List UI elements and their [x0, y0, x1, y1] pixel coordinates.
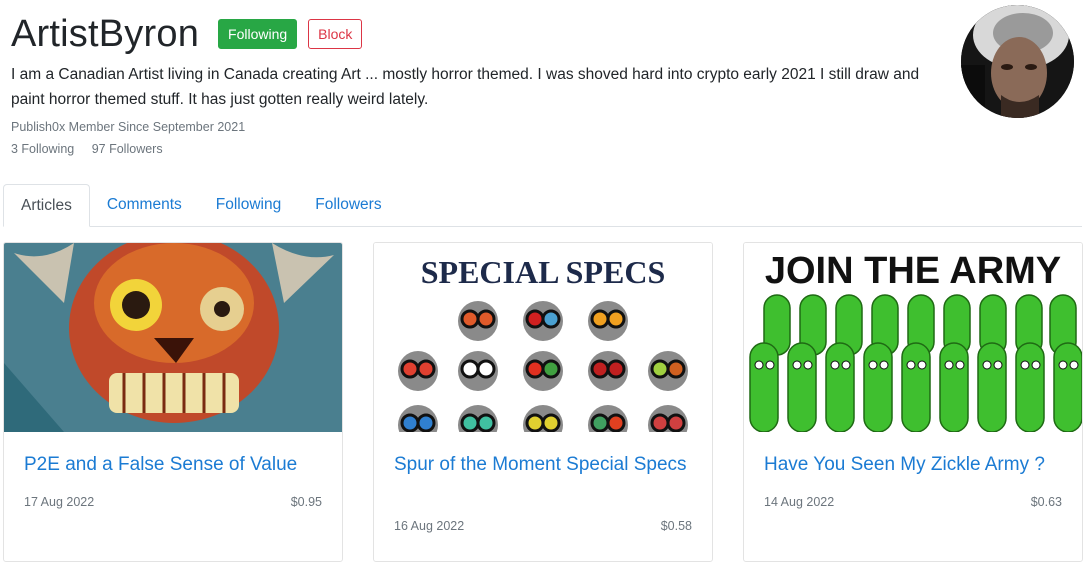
article-card[interactable]: P2E and a False Sense of Value 17 Aug 20…: [3, 242, 343, 562]
avatar: [961, 5, 1074, 118]
followers-count[interactable]: 97 Followers: [92, 142, 163, 156]
following-count[interactable]: 3 Following: [11, 142, 74, 156]
article-date: 16 Aug 2022: [394, 519, 465, 533]
tab-following[interactable]: Following: [199, 184, 298, 226]
article-earnings: $0.63: [1030, 495, 1062, 509]
article-earnings: $0.95: [290, 495, 322, 509]
article-thumbnail[interactable]: SPECIAL SPECS: [374, 243, 712, 432]
profile-bio: I am a Canadian Artist living in Canada …: [11, 66, 920, 108]
tab-articles[interactable]: Articles: [3, 184, 90, 227]
block-button[interactable]: Block: [308, 19, 363, 49]
article-thumbnail[interactable]: JOIN THE ARMY: [744, 243, 1082, 432]
article-card[interactable]: JOIN THE ARMY Have You Seen My Zickle Ar…: [743, 242, 1083, 562]
article-title[interactable]: Spur of the Moment Special Specs: [394, 452, 694, 477]
member-since: Publish0x Member Since September 2021: [11, 120, 246, 134]
article-date: 14 Aug 2022: [764, 495, 835, 509]
thumbnail-text: JOIN THE ARMY: [765, 250, 1061, 292]
avatar-photo: [961, 5, 1074, 118]
article-earnings: $0.58: [660, 519, 692, 533]
thumbnail-text: SPECIAL SPECS: [421, 254, 666, 290]
article-card[interactable]: SPECIAL SPECS Spur of the Moment Special…: [373, 242, 713, 562]
follow-counts: 3 Following 97 Followers: [11, 142, 163, 156]
article-thumbnail[interactable]: [4, 243, 342, 432]
tab-comments[interactable]: Comments: [90, 184, 199, 226]
profile-tabs: Articles Comments Following Followers: [3, 184, 1082, 227]
username: ArtistByron: [11, 13, 200, 55]
name-row: ArtistByron Following Block: [11, 8, 941, 60]
following-button[interactable]: Following: [218, 19, 298, 49]
profile-header: ArtistByron Following Block: [11, 8, 941, 60]
article-title[interactable]: Have You Seen My Zickle Army ?: [764, 452, 1064, 477]
tab-followers[interactable]: Followers: [298, 184, 398, 226]
article-date: 17 Aug 2022: [24, 495, 95, 509]
article-title[interactable]: P2E and a False Sense of Value: [24, 452, 324, 477]
